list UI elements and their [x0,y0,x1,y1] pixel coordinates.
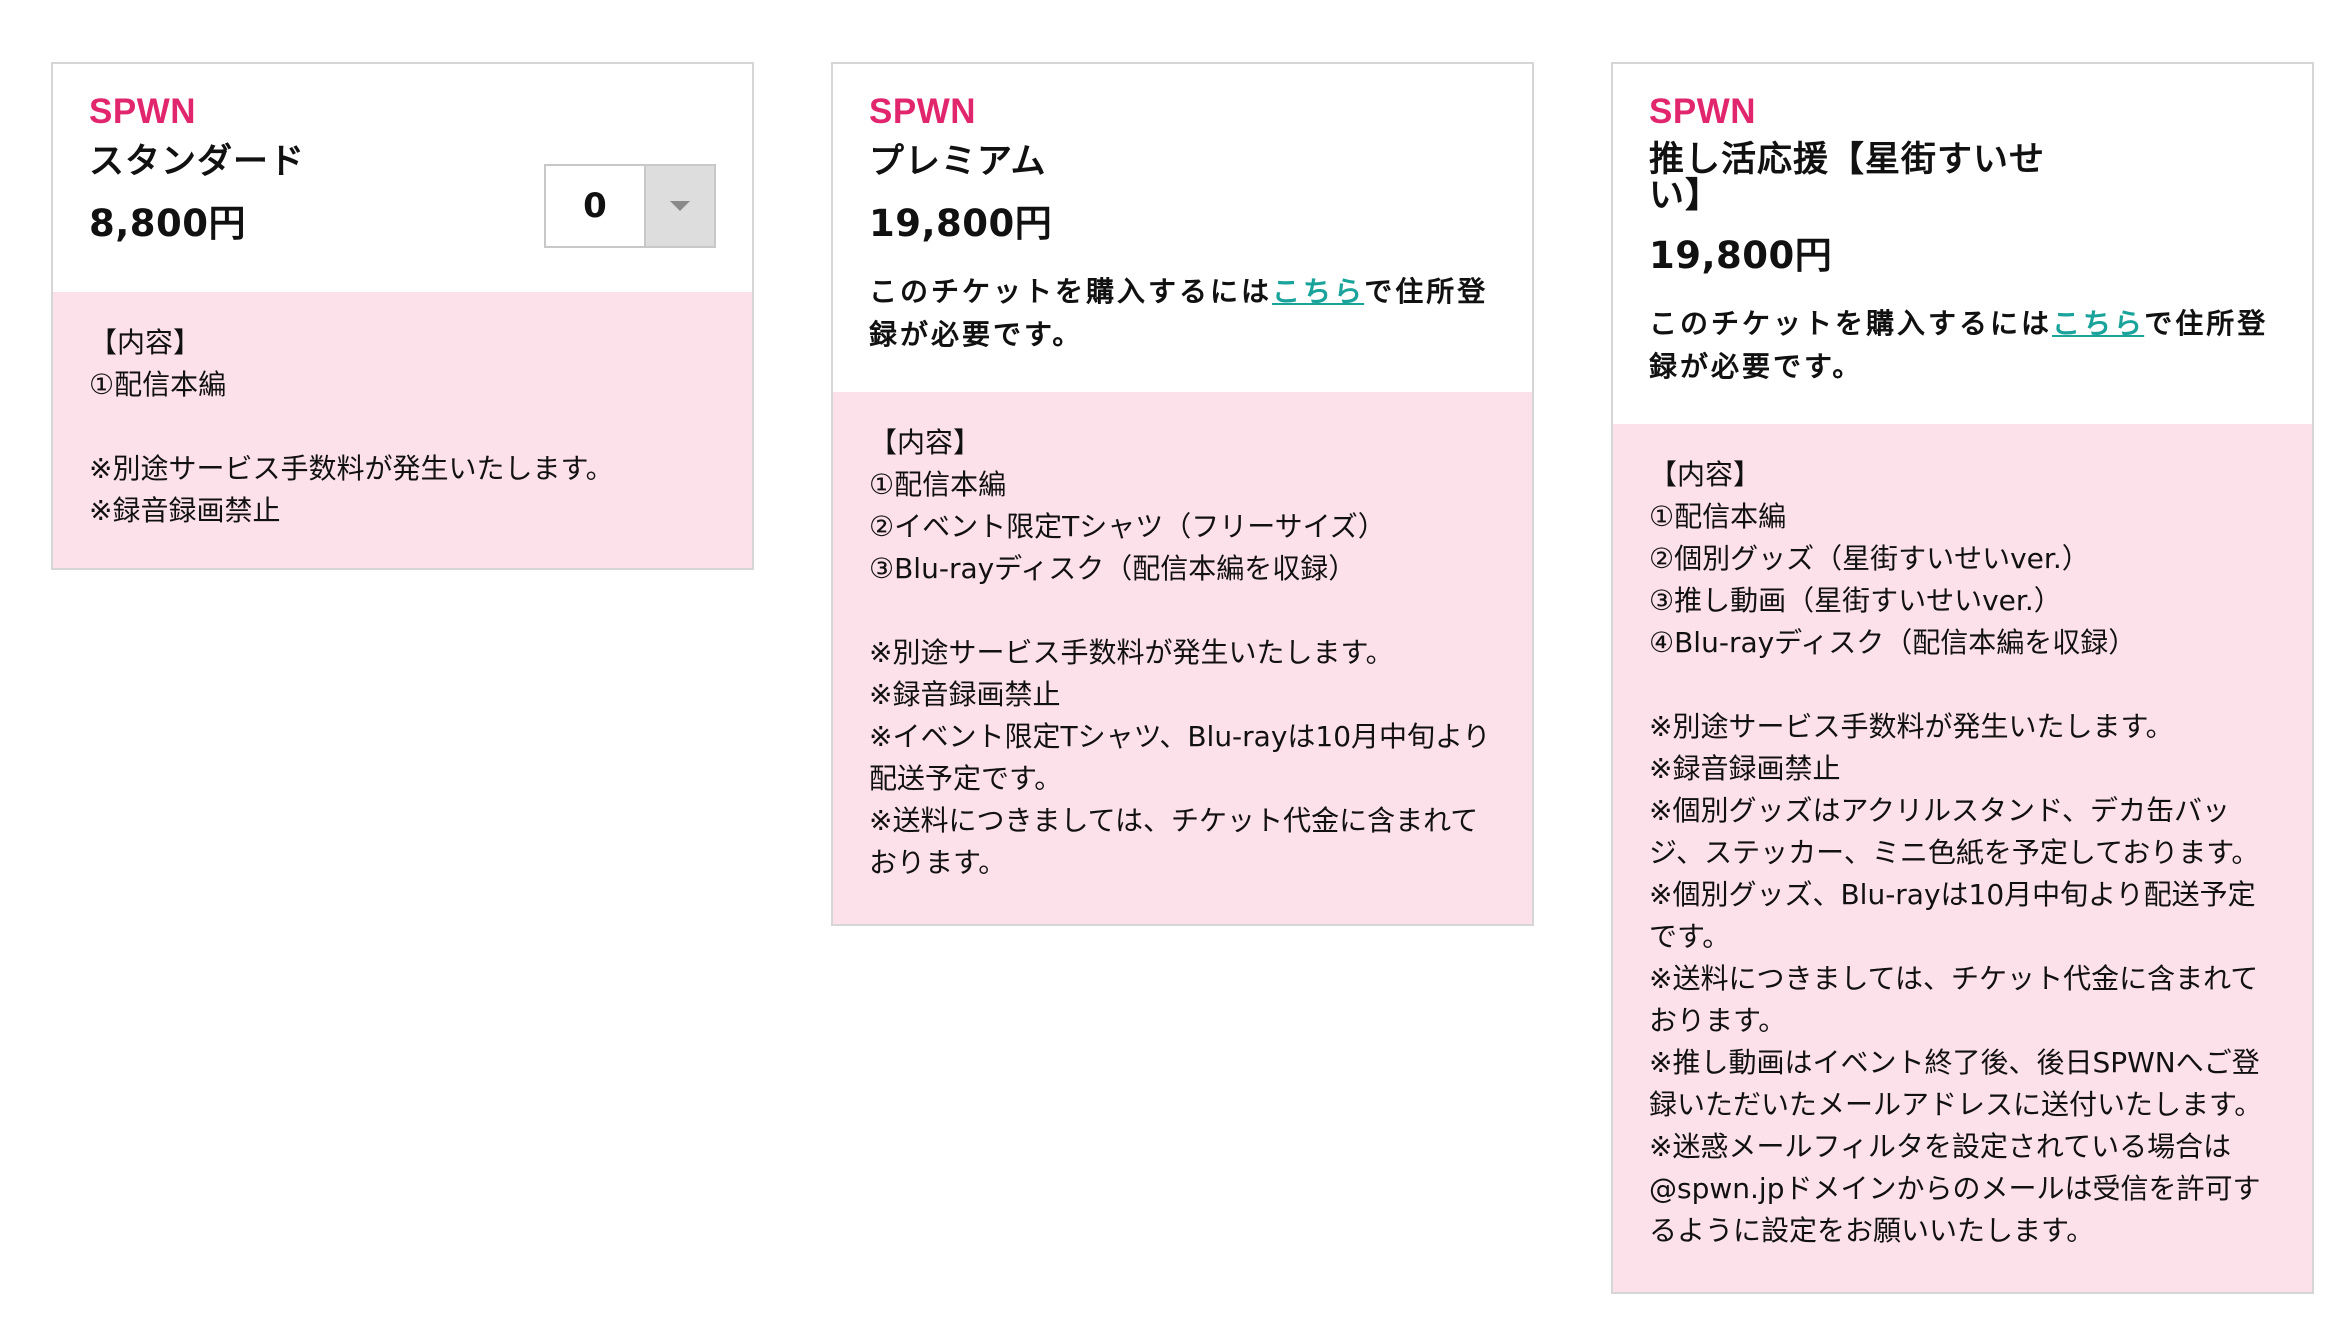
contents-line: ※別途サービス手数料が発生いたします。 [1649,710,2174,743]
contents-line: ※録音録画禁止 [89,494,281,527]
contents-line [869,590,1496,632]
contents-line: ※送料につきましては、チケット代金に含まれております。 [869,804,1479,879]
ticket-card-oshi-support: SPWN 推し活応援【星街すいせい】 19,800円 このチケットを購入するには… [1611,62,2314,1294]
contents-line: ②イベント限定Tシャツ（フリーサイズ） [869,510,1386,543]
notice-prefix: このチケットを購入するには [1649,307,2053,340]
contents-line [89,406,716,448]
contents-line: ④Blu-rayディスク（配信本編を収録） [1649,626,2137,659]
brand-label: SPWN [89,92,196,131]
address-notice: このチケットを購入するにはこちらで住所登録が必要です。 [1649,302,2276,388]
ticket-name: プレミアム [869,142,1047,182]
contents-line: ※迷惑メールフィルタを設定されている場合は@spwn.jpドメインからのメールは… [1649,1130,2261,1247]
contents-line: ※別途サービス手数料が発生いたします。 [869,636,1394,669]
contents-line: ③Blu-rayディスク（配信本編を収録） [869,552,1357,585]
ticket-card-standard: SPWN スタンダード 8,800円 0 【内容】 ①配信本編 ※別途サービス手… [51,62,754,570]
contents-line: ※個別グッズ、Blu-rayは10月中旬より配送予定です。 [1649,878,2256,953]
address-registration-link[interactable]: こちら [1272,275,1364,308]
ticket-price: 19,800円 [869,202,1053,245]
contents-line: ※イベント限定Tシャツ、Blu-rayは10月中旬より配送予定です。 [869,720,1491,795]
contents-line: ※別途サービス手数料が発生いたします。 [89,452,614,485]
ticket-contents: 【内容】 ①配信本編 ②個別グッズ（星街すいせいver.） ③推し動画（星街すい… [1613,424,2312,1292]
contents-line: ※個別グッズはアクリルスタンド、デカ缶バッジ、ステッカー、ミニ色紙を予定しており… [1649,794,2260,869]
quantity-select[interactable]: 0 [544,164,716,248]
ticket-header: SPWN スタンダード 8,800円 0 [53,64,752,292]
contents-line: ※送料につきましては、チケット代金に含まれております。 [1649,962,2259,1037]
quantity-value: 0 [583,186,607,226]
ticket-contents: 【内容】 ①配信本編 ②イベント限定Tシャツ（フリーサイズ） ③Blu-rayデ… [833,392,1532,924]
ticket-price: 19,800円 [1649,234,1833,277]
ticket-contents: 【内容】 ①配信本編 ※別途サービス手数料が発生いたします。 ※録音録画禁止 [53,292,752,568]
contents-line: ①配信本編 [869,468,1007,501]
contents-line: ②個別グッズ（星街すいせいver.） [1649,542,2090,575]
brand-label: SPWN [869,92,976,131]
contents-line: 【内容】 [869,426,982,459]
ticket-name: 推し活応援【星街すいせい】 [1649,140,2046,216]
brand-label: SPWN [1649,92,1756,131]
ticket-header: SPWN 推し活応援【星街すいせい】 19,800円 このチケットを購入するには… [1613,64,2312,424]
contents-line: ①配信本編 [1649,500,1787,533]
contents-line [1649,664,2276,706]
contents-line: 【内容】 [89,326,202,359]
contents-line: 【内容】 [1649,458,1762,491]
contents-line: ※録音録画禁止 [1649,752,1841,785]
contents-line: ※推し動画はイベント終了後、後日SPWNへご登録いただいたメールアドレスに送付い… [1649,1046,2263,1121]
ticket-card-premium: SPWN プレミアム 19,800円 このチケットを購入するにはこちらで住所登録… [831,62,1534,926]
address-notice: このチケットを購入するにはこちらで住所登録が必要です。 [869,270,1496,356]
address-registration-link[interactable]: こちら [2052,307,2144,340]
chevron-down-icon[interactable] [644,166,714,246]
ticket-header: SPWN プレミアム 19,800円 このチケットを購入するにはこちらで住所登録… [833,64,1532,392]
contents-line: ①配信本編 [89,368,227,401]
contents-line: ③推し動画（星街すいせいver.） [1649,584,2062,617]
contents-line: ※録音録画禁止 [869,678,1061,711]
notice-prefix: このチケットを購入するには [869,275,1273,308]
